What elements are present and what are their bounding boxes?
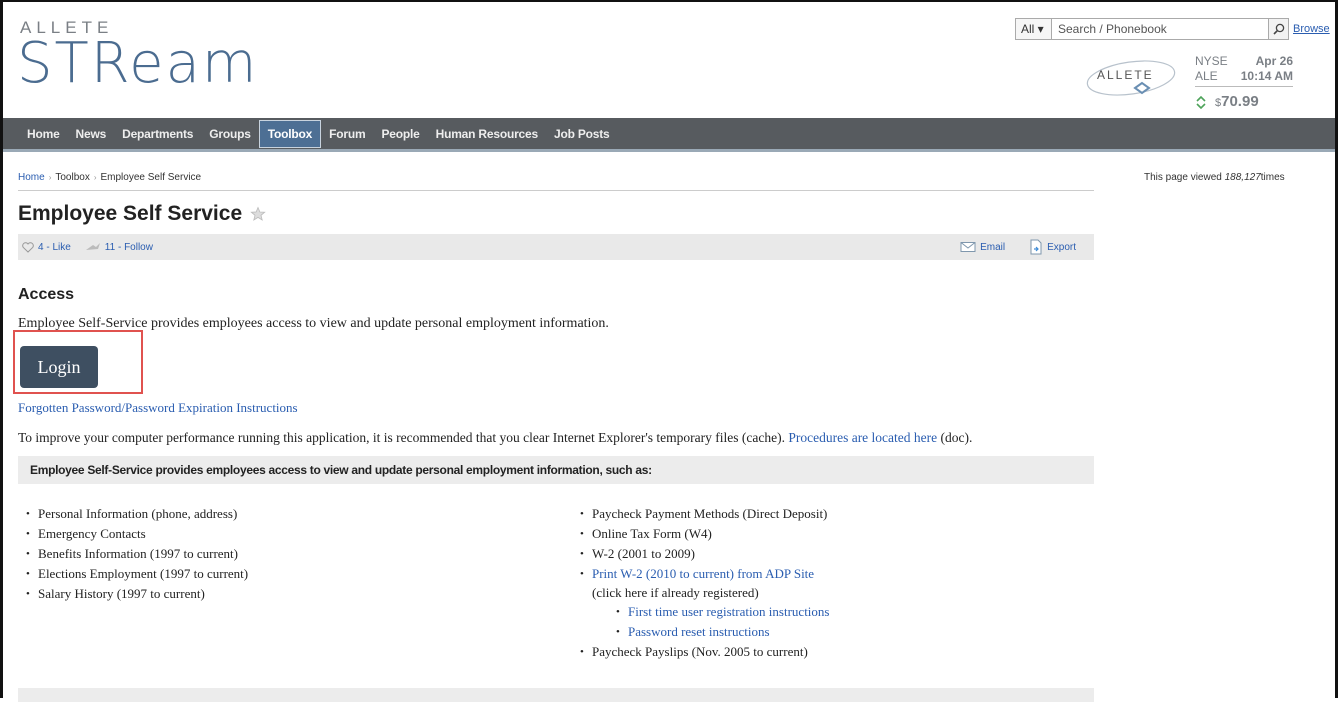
stock-symbol: ALE: [1195, 69, 1218, 83]
nav-job-posts[interactable]: Job Posts: [546, 120, 618, 148]
performance-note: To improve your computer performance run…: [18, 430, 973, 445]
search-bar: All ▾ Browse: [1015, 18, 1330, 40]
follow-button[interactable]: 11 - Follow: [85, 241, 153, 253]
favorite-star-icon[interactable]: [250, 206, 266, 222]
nav-groups[interactable]: Groups: [201, 120, 258, 148]
nav-news[interactable]: News: [68, 120, 115, 148]
list-item: Print W-2 (2010 to current) from ADP Sit…: [580, 564, 829, 584]
list-item: Salary History (1997 to current): [26, 584, 248, 604]
unchanged-diamond-icon: [1196, 95, 1206, 109]
next-section-bar: [18, 688, 1094, 702]
page-view-count: This page viewed 188,127times: [1144, 172, 1285, 183]
like-button[interactable]: 4 - Like: [22, 242, 71, 253]
section-heading-access: Access: [18, 286, 75, 303]
breadcrumb-current: Employee Self Service: [100, 172, 202, 183]
stock-logo: ALLETE: [1085, 54, 1183, 104]
browse-link[interactable]: Browse: [1293, 23, 1330, 35]
first-time-registration-link[interactable]: First time user registration instruction…: [628, 604, 829, 619]
nav-people[interactable]: People: [373, 120, 427, 148]
login-highlight-box: [13, 330, 143, 394]
breadcrumb-toolbox[interactable]: Toolbox: [55, 172, 89, 183]
stock-logo-text: ALLETE: [1097, 68, 1154, 82]
list-item: Elections Employment (1997 to current): [26, 564, 248, 584]
nav-forum[interactable]: Forum: [321, 120, 373, 148]
main-nav: Home News Departments Groups Toolbox For…: [3, 118, 1335, 152]
brand-logo[interactable]: STReam: [17, 32, 258, 96]
follow-icon: [85, 243, 100, 250]
breadcrumb-home[interactable]: Home: [18, 172, 45, 183]
list-item: First time user registration instruction…: [616, 602, 829, 622]
brand-name: STReam: [17, 31, 259, 96]
page-title: Employee Self Service: [18, 202, 243, 225]
view-count: 188,127: [1224, 172, 1261, 183]
heart-icon: [22, 241, 34, 253]
list-item: Password reset instructions: [616, 622, 829, 642]
list-item: W-2 (2001 to 2009): [580, 544, 829, 564]
export-icon: [1030, 239, 1042, 255]
email-button[interactable]: Email: [960, 239, 1005, 255]
info-heading: Employee Self-Service provides employees…: [18, 456, 1094, 484]
password-reset-link[interactable]: Password reset instructions: [628, 624, 770, 639]
list-item: Online Tax Form (W4): [580, 524, 829, 544]
list-item: Paycheck Payment Methods (Direct Deposit…: [580, 504, 829, 524]
info-list-left: Personal Information (phone, address) Em…: [26, 504, 248, 604]
w2-note: (click here if already registered): [592, 585, 759, 600]
stock-ticker: NYSE Apr 26 ALE 10:14 AM $70.99: [1195, 54, 1293, 110]
export-button[interactable]: Export: [1029, 239, 1076, 255]
site-header: ALLETE STReam All ▾ Browse ALLETE NYSEAp…: [3, 2, 1335, 118]
nav-departments[interactable]: Departments: [114, 120, 201, 148]
page-title-row: Employee Self Service: [18, 202, 266, 226]
procedures-link[interactable]: Procedures are located here: [788, 430, 937, 445]
stock-price: 70.99: [1221, 93, 1259, 110]
nav-toolbox[interactable]: Toolbox: [258, 119, 322, 148]
search-scope-select[interactable]: All ▾: [1015, 18, 1051, 40]
stock-time: 10:14 AM: [1240, 69, 1293, 83]
social-toolbar: 4 - Like 11 - Follow Email Export: [18, 234, 1094, 260]
email-icon: [960, 242, 976, 252]
list-item: Personal Information (phone, address): [26, 504, 248, 524]
search-button[interactable]: [1269, 18, 1289, 40]
forgot-password-link[interactable]: Forgotten Password/Password Expiration I…: [18, 400, 298, 416]
nav-home[interactable]: Home: [19, 120, 68, 148]
list-item: Benefits Information (1997 to current): [26, 544, 248, 564]
stock-exchange: NYSE: [1195, 54, 1228, 68]
list-item: Emergency Contacts: [26, 524, 248, 544]
nav-human-resources[interactable]: Human Resources: [428, 120, 546, 148]
list-item: Paycheck Payslips (Nov. 2005 to current): [580, 642, 829, 662]
breadcrumb: Home › Toolbox › Employee Self Service: [18, 172, 202, 183]
print-w2-link[interactable]: Print W-2 (2010 to current) from ADP Sit…: [592, 566, 814, 581]
info-list-right: Paycheck Payment Methods (Direct Deposit…: [580, 504, 829, 662]
search-input[interactable]: [1051, 18, 1269, 40]
search-icon: [1272, 23, 1284, 35]
stock-date: Apr 26: [1255, 54, 1293, 68]
